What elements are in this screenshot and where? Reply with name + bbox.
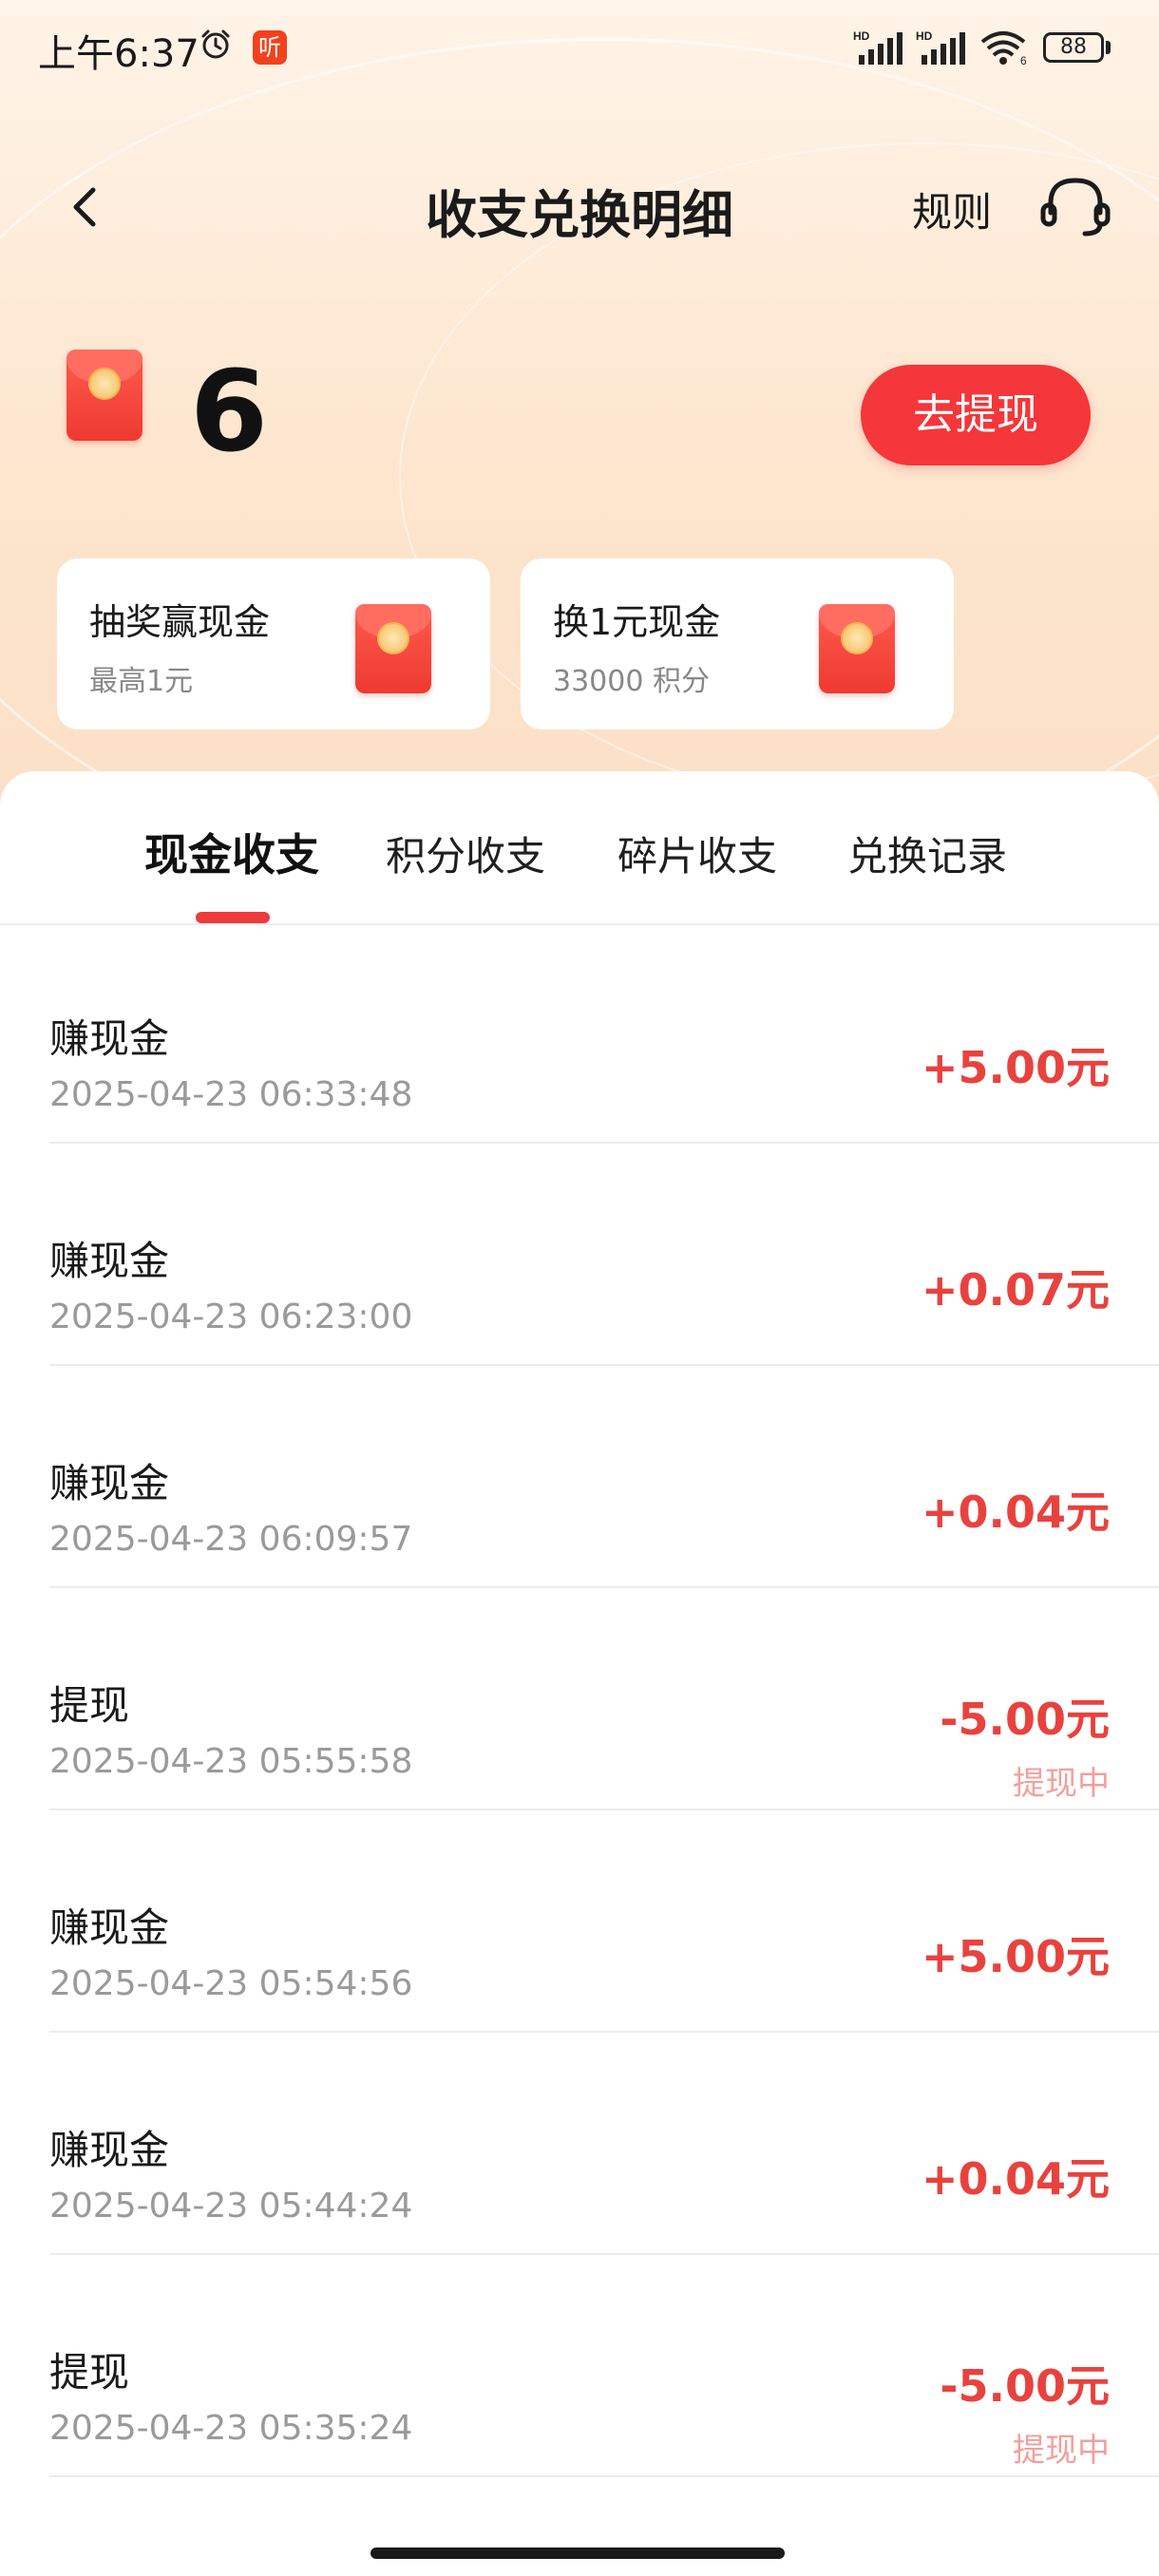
record-time: 2025-04-23 05:44:24 [49, 2187, 413, 2226]
promo-card-title: 抽奖赢现金 [89, 601, 271, 643]
active-tab-indicator [196, 912, 270, 923]
list-item[interactable]: 赚现金 2025-04-23 06:33:48 +5.00元 [49, 923, 1159, 1144]
signal-hd-label: HD [853, 29, 870, 43]
list-item[interactable]: 提现 2025-04-23 05:55:58 -5.00元 提现中 [49, 1590, 1159, 1810]
record-amount: +5.00元 [921, 1931, 1110, 1982]
promo-card-subtitle: 最高1元 [89, 665, 194, 698]
record-title: 提现 [49, 1682, 130, 1729]
status-bar: 上午6:37 听 HD HD 6 88 [0, 0, 1159, 95]
tab-cash[interactable]: 现金收支 [144, 821, 319, 883]
nav-bar: 收支兑换明细 规则 [0, 152, 1159, 266]
listen-app-icon: 听 [253, 30, 287, 65]
record-amount: +0.07元 [921, 1264, 1110, 1316]
wifi-icon: 6 [980, 31, 1027, 66]
withdraw-button[interactable]: 去提现 [861, 365, 1091, 465]
signal-icon: HD [853, 29, 902, 65]
record-time: 2025-04-23 05:35:24 [49, 2409, 413, 2448]
tab-exchange-records[interactable]: 兑换记录 [847, 824, 1007, 882]
cash-balance: 6 [190, 346, 269, 477]
tab-fragments[interactable]: 碎片收支 [618, 824, 777, 882]
record-title: 赚现金 [49, 1460, 170, 1506]
alarm-icon [201, 29, 230, 59]
list-item[interactable]: 提现 2025-04-23 05:35:24 -5.00元 提现中 [49, 2257, 1159, 2477]
customer-service-icon[interactable] [1037, 171, 1113, 243]
promo-card-exchange[interactable]: 换1元现金 33000 积分 [521, 559, 954, 729]
list-item[interactable]: 赚现金 2025-04-23 05:44:24 +0.04元 [49, 2035, 1159, 2255]
list-item[interactable]: 赚现金 2025-04-23 05:54:56 +5.00元 [49, 1812, 1159, 2033]
red-packet-icon [819, 604, 895, 693]
record-status: 提现中 [1013, 2432, 1110, 2470]
record-time: 2025-04-23 05:55:58 [49, 1742, 413, 1781]
record-amount: +0.04元 [921, 1487, 1110, 1538]
record-title: 赚现金 [49, 2127, 170, 2173]
list-item[interactable]: 赚现金 2025-04-23 06:23:00 +0.07元 [49, 1146, 1159, 1366]
record-status: 提现中 [1013, 1765, 1110, 1803]
promo-card-lottery[interactable]: 抽奖赢现金 最高1元 [57, 559, 490, 729]
red-packet-icon [355, 604, 431, 693]
red-packet-icon [66, 350, 142, 441]
records-panel: 现金收支 积分收支 碎片收支 兑换记录 赚现金 2025-04-23 06:33… [0, 771, 1159, 2576]
record-title: 提现 [49, 2349, 130, 2396]
signal-hd-label: HD [916, 29, 933, 43]
record-title: 赚现金 [49, 1904, 170, 1951]
promo-card-title: 换1元现金 [553, 601, 721, 643]
promo-card-subtitle: 33000 积分 [553, 665, 710, 698]
record-title: 赚现金 [49, 1015, 170, 1062]
wifi-label: 6 [1020, 54, 1027, 66]
status-time: 上午6:37 [38, 32, 200, 76]
battery-tip [1106, 41, 1111, 54]
record-amount: +5.00元 [921, 1042, 1110, 1093]
tab-points[interactable]: 积分收支 [386, 824, 545, 882]
record-time: 2025-04-23 06:09:57 [49, 1520, 413, 1559]
rules-link[interactable]: 规则 [912, 180, 992, 238]
record-time: 2025-04-23 06:23:00 [49, 1297, 413, 1336]
record-amount: +0.04元 [921, 2153, 1110, 2205]
record-time: 2025-04-23 05:54:56 [49, 1964, 413, 2003]
battery-icon: 88 [1043, 32, 1104, 63]
tab-bar: 现金收支 积分收支 碎片收支 兑换记录 [0, 771, 1159, 925]
record-amount: -5.00元 [940, 1694, 1110, 1745]
record-amount: -5.00元 [940, 2360, 1110, 2412]
list-item[interactable]: 赚现金 2025-04-23 06:09:57 +0.04元 [49, 1368, 1159, 1588]
signal-icon: HD [916, 29, 965, 65]
home-indicator[interactable] [370, 2548, 785, 2559]
record-title: 赚现金 [49, 1238, 170, 1284]
record-time: 2025-04-23 06:33:48 [49, 1075, 413, 1114]
